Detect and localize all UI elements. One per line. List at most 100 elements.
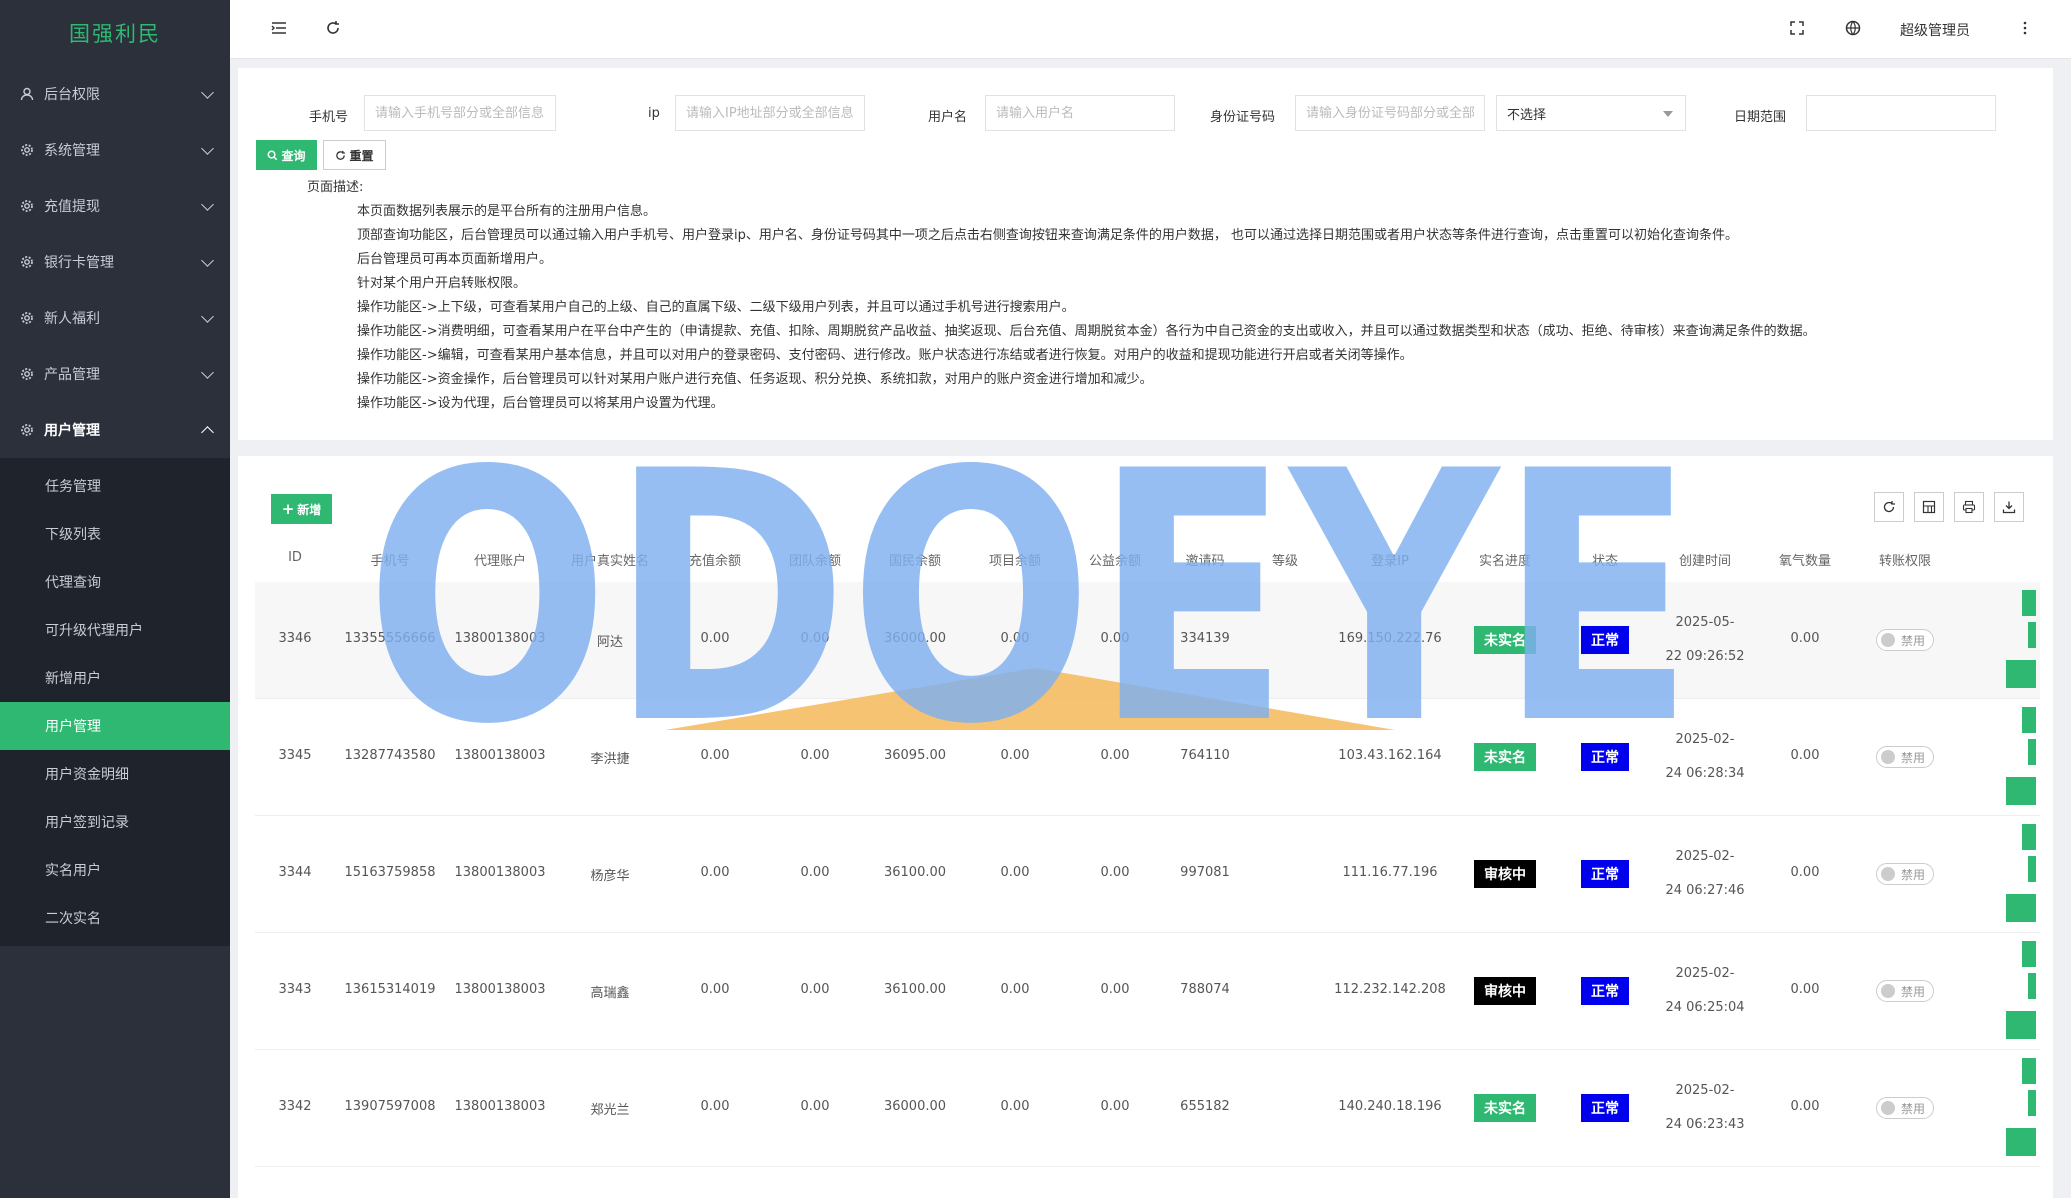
table-cell-charity: 0.00 [1100,865,1130,880]
phone-input[interactable] [364,95,556,131]
row-action-button[interactable] [2006,1011,2036,1039]
column-header[interactable]: 用户真实姓名 [571,550,649,569]
sidebar-menu-item[interactable]: 后台权限 [0,66,230,122]
account-status-badge: 正常 [1581,743,1629,771]
row-action-button[interactable] [2022,941,2036,967]
username-input[interactable] [985,95,1175,131]
table-cell-id: 3344 [278,865,312,880]
account-status-badge: 正常 [1581,1094,1629,1122]
column-header[interactable]: 创建时间 [1679,550,1731,569]
table-refresh-button[interactable] [1874,492,1904,522]
ip-input[interactable] [675,95,865,131]
row-action-button[interactable] [2022,824,2036,850]
refresh-icon[interactable] [324,19,342,37]
sidebar-submenu-item[interactable]: 用户管理 [0,702,230,750]
description-line: 顶部查询功能区，后台管理员可以通过输入用户手机号、用户登录ip、用户名、身份证号… [357,228,1738,243]
menu-toggle-icon[interactable] [270,19,288,37]
column-header[interactable]: 邀请码 [1185,550,1224,569]
add-button-label: 新增 [297,502,322,517]
sidebar-menu-item[interactable]: 充值提现 [0,178,230,234]
row-action-button[interactable] [2022,707,2036,733]
table-cell-name: 杨彦华 [590,869,630,884]
date-range-input[interactable] [1806,95,1996,131]
sidebar-submenu-item[interactable]: 用户资金明细 [0,750,230,798]
sidebar-menu-item[interactable]: 用户管理 [0,402,230,458]
transfer-permission-toggle[interactable]: 禁用 [1876,1097,1934,1119]
columns-icon [1922,500,1936,514]
sidebar-menu-label: 银行卡管理 [44,255,114,271]
status-select[interactable]: 不选择 [1496,95,1686,131]
transfer-permission-toggle[interactable]: 禁用 [1876,980,1934,1002]
transfer-permission-toggle[interactable]: 禁用 [1876,629,1934,651]
row-action-button[interactable] [2022,1058,2036,1084]
row-action-button[interactable] [2006,894,2036,922]
print-icon [1962,500,1976,514]
sidebar-submenu-item[interactable]: 可升级代理用户 [0,606,230,654]
more-vertical-icon[interactable] [2016,19,2034,37]
row-action-button[interactable] [2006,777,2036,805]
created-time: 2025-02- 24 06:27:46 [1660,840,1750,908]
table-cell-invite: 334139 [1180,631,1230,646]
account-status-badge: 正常 [1581,977,1629,1005]
table-cell-name: 高瑞鑫 [590,986,630,1001]
page-description: 页面描述: 本页面数据列表展示的是平台所有的注册用户信息。 顶部查询功能区，后台管… [307,176,1816,416]
column-header[interactable]: 转账权限 [1879,550,1931,569]
column-header[interactable]: ID [288,550,302,565]
column-header[interactable]: 氧气数量 [1779,550,1831,569]
row-action-button[interactable] [2028,1090,2036,1116]
row-action-button[interactable] [2006,1128,2036,1156]
sidebar-submenu-item[interactable]: 二次实名 [0,894,230,942]
sidebar-submenu-item[interactable]: 任务管理 [0,462,230,510]
description-line: 后台管理员可再本页面新增用户。 [357,252,553,267]
row-action-button[interactable] [2006,660,2036,688]
sidebar-menu-label: 新人福利 [44,311,100,327]
column-header[interactable]: 实名进度 [1479,550,1531,569]
transfer-permission-toggle[interactable]: 禁用 [1876,863,1934,885]
query-button[interactable]: 查询 [256,140,317,170]
table-cell-ip: 169.150.222.76 [1338,631,1442,646]
fullscreen-icon[interactable] [1788,19,1806,37]
table-cell-agent: 13800138003 [454,982,546,997]
sidebar-submenu-item[interactable]: 代理查询 [0,558,230,606]
realname-status-badge: 未实名 [1474,626,1536,654]
export-button[interactable] [1994,492,2024,522]
table-cell-name: 阿达 [596,635,624,650]
transfer-permission-toggle[interactable]: 禁用 [1876,746,1934,768]
idcard-input[interactable] [1295,95,1485,131]
column-header[interactable]: 代理账户 [474,550,526,569]
column-header[interactable]: 团队余额 [789,550,841,569]
row-action-button[interactable] [2028,622,2036,648]
sidebar-menu-item[interactable]: 产品管理 [0,346,230,402]
column-header[interactable]: 等级 [1272,550,1298,569]
sidebar-submenu-item[interactable]: 新增用户 [0,654,230,702]
admin-user-menu[interactable]: 超级管理员 [1900,20,1970,40]
column-header[interactable]: 状态 [1592,550,1618,569]
sidebar-submenu-item[interactable]: 实名用户 [0,846,230,894]
reset-button-label: 重置 [349,148,374,163]
column-header[interactable]: 登录IP [1371,550,1409,569]
sidebar-menu-item[interactable]: 银行卡管理 [0,234,230,290]
description-line: 操作功能区->编辑，可查看某用户基本信息，并且可以对用户的登录密码、支付密码、进… [357,348,1413,363]
reset-button[interactable]: 重置 [323,140,386,170]
toggle-label: 禁用 [1901,633,1926,648]
column-header[interactable]: 公益余额 [1089,550,1141,569]
table-cell-team: 0.00 [800,631,830,646]
print-button[interactable] [1954,492,1984,522]
globe-icon[interactable] [1844,19,1862,37]
table-cell-agent: 13800138003 [454,1099,546,1114]
sidebar-menu-item[interactable]: 系统管理 [0,122,230,178]
columns-filter-button[interactable] [1914,492,1944,522]
column-header[interactable]: 项目余额 [989,550,1041,569]
row-action-button[interactable] [2028,973,2036,999]
column-header[interactable]: 国民余额 [889,550,941,569]
row-action-button[interactable] [2022,590,2036,616]
column-header[interactable]: 手机号 [370,550,409,569]
table-cell-name: 李洪捷 [590,752,630,767]
sidebar-submenu-item[interactable]: 用户签到记录 [0,798,230,846]
add-user-button[interactable]: + 新增 [271,494,332,524]
sidebar-menu-item[interactable]: 新人福利 [0,290,230,346]
column-header[interactable]: 充值余额 [689,550,741,569]
sidebar-submenu-item[interactable]: 下级列表 [0,510,230,558]
row-action-button[interactable] [2028,856,2036,882]
row-action-button[interactable] [2028,739,2036,765]
